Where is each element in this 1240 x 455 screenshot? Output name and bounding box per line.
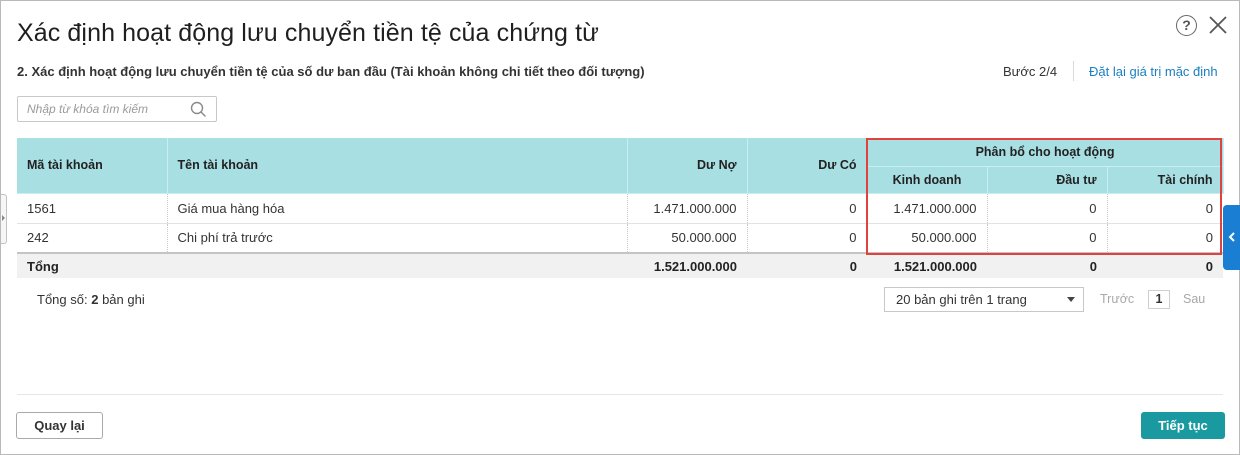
back-button[interactable]: Quay lại [16, 412, 103, 439]
column-header-account-code[interactable]: Mã tài khoản [17, 138, 168, 194]
cell-operating-input[interactable]: 1.471.000.000 [867, 193, 988, 224]
record-count-value: 2 [91, 292, 99, 307]
total-investing: 0 [987, 252, 1107, 278]
total-spacer [167, 252, 627, 278]
question-circle-icon[interactable]: ? [1176, 15, 1197, 36]
cell-account-code: 242 [17, 223, 168, 254]
cell-account-name: Chi phí trả trước [167, 223, 628, 254]
column-group-allocation: Phân bổ cho hoạt động [867, 138, 1224, 167]
cell-account-name: Giá mua hàng hóa [167, 193, 628, 224]
cell-operating-input[interactable]: 50.000.000 [867, 223, 988, 254]
step-subtitle: 2. Xác định hoạt động lưu chuyển tiền tệ… [17, 64, 645, 79]
cell-financing-input[interactable]: 0 [1107, 193, 1224, 224]
chevron-left-icon [1228, 232, 1235, 242]
total-row: Tổng 1.521.000.000 0 1.521.000.000 0 0 [17, 252, 1224, 278]
table-row[interactable]: 1561 Giá mua hàng hóa 1.471.000.000 0 1.… [17, 193, 1224, 224]
total-operating: 1.521.000.000 [867, 252, 987, 278]
column-header-credit[interactable]: Dư Có [747, 138, 868, 194]
total-debit: 1.521.000.000 [627, 252, 747, 278]
balance-table: Mã tài khoản Tên tài khoản Dư Nợ Dư Có P… [17, 138, 1224, 278]
total-credit: 0 [747, 252, 867, 278]
cell-account-code: 1561 [17, 193, 168, 224]
page-size-value: 20 bản ghi trên 1 trang [896, 292, 1027, 307]
record-count-suffix: bản ghi [102, 292, 145, 307]
continue-button[interactable]: Tiếp tục [1141, 412, 1225, 439]
column-header-investing[interactable]: Đầu tư [987, 166, 1108, 194]
record-count: Tổng số: 2 bản ghi [37, 292, 145, 307]
cell-investing-input[interactable]: 0 [987, 223, 1108, 254]
divider [1073, 61, 1074, 81]
total-label: Tổng [17, 252, 167, 278]
close-icon[interactable] [1207, 14, 1229, 36]
cell-debit: 1.471.000.000 [627, 193, 748, 224]
reset-defaults-link[interactable]: Đặt lại giá trị mặc định [1089, 64, 1218, 79]
search-box [17, 96, 217, 122]
cell-debit: 50.000.000 [627, 223, 748, 254]
prev-page-button[interactable]: Trước [1100, 292, 1134, 306]
dialog-title: Xác định hoạt động lưu chuyển tiền tệ củ… [17, 19, 599, 47]
next-page-button[interactable]: Sau [1183, 292, 1205, 306]
footer-divider [17, 394, 1223, 395]
left-drag-handle[interactable] [1, 194, 7, 244]
side-panel-toggle[interactable] [1223, 205, 1240, 270]
column-header-debit[interactable]: Dư Nợ [627, 138, 748, 194]
caret-right-icon [2, 215, 5, 221]
cell-credit: 0 [747, 193, 868, 224]
cell-financing-input[interactable]: 0 [1107, 223, 1224, 254]
table-row[interactable]: 242 Chi phí trả trước 50.000.000 0 50.00… [17, 223, 1224, 254]
record-count-prefix: Tổng số: [37, 292, 88, 307]
search-icon[interactable] [190, 101, 207, 118]
current-page[interactable]: 1 [1148, 290, 1170, 309]
dialog: Xác định hoạt động lưu chuyển tiền tệ củ… [0, 0, 1240, 455]
step-indicator: Bước 2/4 [1003, 64, 1058, 79]
cell-investing-input[interactable]: 0 [987, 193, 1108, 224]
column-header-financing[interactable]: Tài chính [1107, 166, 1224, 194]
cell-credit: 0 [747, 223, 868, 254]
column-header-operating[interactable]: Kinh doanh [867, 166, 988, 194]
page-size-select[interactable]: 20 bản ghi trên 1 trang [884, 287, 1084, 312]
search-input[interactable] [18, 97, 186, 121]
caret-down-icon [1067, 297, 1075, 302]
column-header-account-name[interactable]: Tên tài khoản [167, 138, 628, 194]
total-financing: 0 [1107, 252, 1224, 278]
